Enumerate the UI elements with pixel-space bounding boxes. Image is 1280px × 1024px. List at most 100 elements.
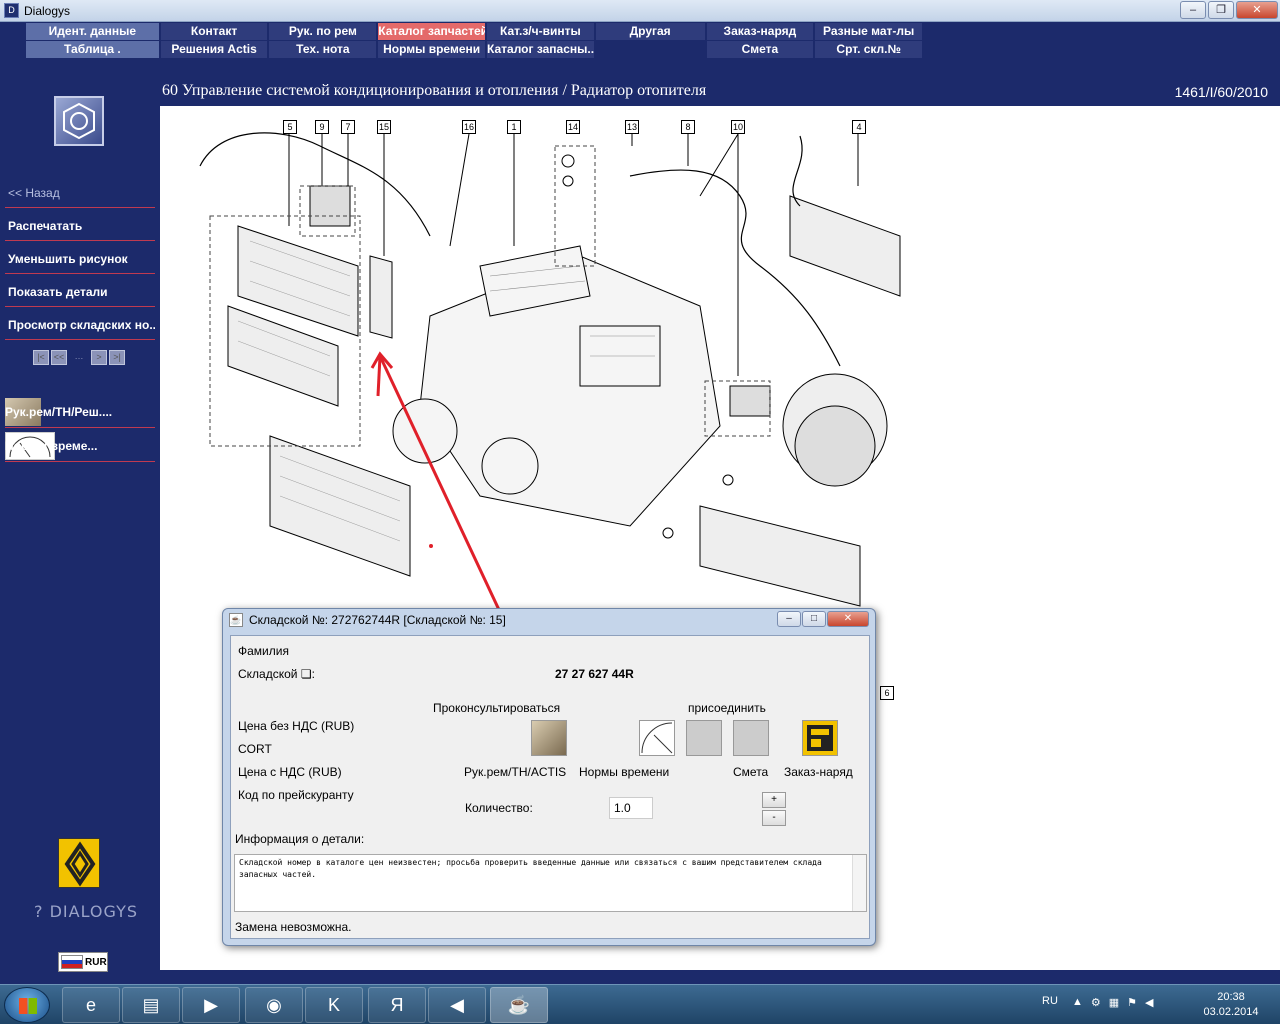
work-order-button[interactable] <box>802 720 838 756</box>
speaker-app-icon[interactable]: ◀ <box>428 987 486 1023</box>
media-player-icon[interactable]: ▶ <box>182 987 240 1023</box>
currency-label: RUR <box>85 956 107 968</box>
callout-8[interactable]: 8 <box>681 120 695 134</box>
callout-5[interactable]: 5 <box>283 120 297 134</box>
currency-selector[interactable]: RUR <box>58 952 108 972</box>
consult-label: Проконсультироваться <box>433 701 561 715</box>
prev-page-icon[interactable]: << <box>51 350 67 365</box>
sidebar: << Назад Распечатать Уменьшить рисунок П… <box>0 60 160 972</box>
callout-9[interactable]: 9 <box>315 120 329 134</box>
java-app-icon[interactable]: ☕ <box>490 987 548 1023</box>
callout-13[interactable]: 13 <box>625 120 639 134</box>
diagram-reference: 1461/I/60/2010 <box>1174 84 1268 100</box>
repair-manual-tool[interactable]: Рук.рем/ТН/Реш.... <box>5 396 155 428</box>
menu-repair-manual[interactable]: Рук. по рем <box>269 23 377 40</box>
time-norms-caption: Нормы времени <box>579 765 670 779</box>
shrink-image-link[interactable]: Уменьшить рисунок <box>5 244 155 274</box>
menu-other[interactable]: Другая <box>595 23 705 40</box>
language-indicator[interactable]: RU <box>1042 995 1058 1007</box>
clock[interactable]: 20:38 03.02.2014 <box>1196 990 1266 1020</box>
menu-stock-number[interactable]: Срт. скл.№ <box>815 41 923 58</box>
top-menu: Идент. данные Контакт Рук. по рем Катало… <box>26 23 924 59</box>
attach-label: присоединить <box>688 701 766 715</box>
ie-icon[interactable]: e <box>62 987 120 1023</box>
time-norms-button[interactable] <box>639 720 675 756</box>
dialog-minimize-button[interactable]: – <box>777 611 801 627</box>
part-number-value: 27 27 627 44R <box>555 667 634 681</box>
show-details-link[interactable]: Показать детали <box>5 277 155 307</box>
menu-screws-catalog[interactable]: Кат.з/ч-винты <box>487 23 594 40</box>
dialog-close-button[interactable]: ✕ <box>827 611 869 627</box>
callout-10[interactable]: 10 <box>731 120 745 134</box>
time-norms-tool-label: Нормы време... <box>5 438 98 453</box>
dialogys-logo: ? DIALOGYS <box>34 902 139 921</box>
restore-button[interactable]: ❐ <box>1208 1 1234 19</box>
page-title: 60 Управление системой кондиционирования… <box>162 82 707 99</box>
callout-15[interactable]: 15 <box>377 120 391 134</box>
tray-icons: ▲ ⚙ ▦ ⚑ ◀ <box>1072 996 1154 1009</box>
start-button[interactable] <box>4 987 50 1023</box>
menu-contact[interactable]: Контакт <box>160 23 268 40</box>
view-stock-numbers-link[interactable]: Просмотр складских но... <box>5 310 155 340</box>
estimate-button[interactable] <box>733 720 769 756</box>
flag-icon[interactable]: ⚑ <box>1127 996 1137 1009</box>
clock-time: 20:38 <box>1217 991 1245 1003</box>
callout-4[interactable]: 4 <box>852 120 866 134</box>
dialog-titlebar: ☕ Складской №: 272762744R [Складской №: … <box>229 613 506 627</box>
next-page-icon[interactable]: > <box>91 350 107 365</box>
repair-manual-tool-label: Рук.рем/ТН/Реш.... <box>5 404 113 419</box>
work-order-caption: Заказ-наряд <box>784 765 853 779</box>
menu-time-norms[interactable]: Нормы времени <box>378 41 485 58</box>
part-info-label: Информация о детали: <box>235 832 365 846</box>
window-title: Dialogys <box>24 4 71 18</box>
part-info-text: Складской номер в каталоге цен неизвесте… <box>239 858 822 879</box>
family-label: Фамилия <box>238 644 289 658</box>
close-button[interactable]: ✕ <box>1236 1 1278 19</box>
clock-date: 03.02.2014 <box>1203 1006 1259 1018</box>
quantity-minus-button[interactable]: - <box>762 810 786 826</box>
repair-manual-button[interactable] <box>531 720 567 756</box>
quantity-plus-button[interactable]: + <box>762 792 786 808</box>
menu-ident[interactable]: Идент. данные <box>26 23 159 40</box>
menu-empty <box>596 41 705 58</box>
back-link[interactable]: << Назад <box>5 178 155 208</box>
yandex-icon[interactable]: Я <box>368 987 426 1023</box>
show-hidden-icon[interactable]: ▲ <box>1072 996 1083 1009</box>
info-scrollbar[interactable] <box>852 855 866 911</box>
time-norms-tool[interactable]: Нормы време... <box>5 430 155 462</box>
first-page-icon[interactable]: |< <box>33 350 49 365</box>
pager: |< << … > >| <box>33 350 127 365</box>
network-icon[interactable]: ▦ <box>1109 996 1119 1009</box>
last-page-icon[interactable]: >| <box>109 350 125 365</box>
menu-work-order[interactable]: Заказ-наряд <box>706 23 814 40</box>
menu-misc-materials[interactable]: Разные мат-лы <box>815 23 923 40</box>
kaspersky-icon[interactable]: K <box>305 987 363 1023</box>
price-no-vat-label: Цена без НДС (RUB) <box>238 719 355 733</box>
callout-6[interactable]: 6 <box>880 686 894 700</box>
steam-icon[interactable]: ⚙ <box>1091 996 1101 1009</box>
part-info-textarea[interactable]: Складской номер в каталоге цен неизвесте… <box>234 854 867 912</box>
menu-spare-catalog[interactable]: Каталог запасны... <box>487 41 594 58</box>
app-icon: D <box>4 3 19 18</box>
chrome-icon[interactable]: ◉ <box>245 987 303 1023</box>
volume-icon[interactable]: ◀ <box>1145 996 1153 1009</box>
print-link[interactable]: Распечатать <box>5 211 155 241</box>
minimize-button[interactable]: – <box>1180 1 1206 19</box>
callout-14[interactable]: 14 <box>566 120 580 134</box>
quantity-label: Количество: <box>465 801 533 815</box>
menu-table[interactable]: Таблица . <box>26 41 159 58</box>
menu-estimate[interactable]: Смета <box>706 41 814 58</box>
dialog-maximize-button[interactable]: □ <box>802 611 826 627</box>
price-vat-label: Цена с НДС (RUB) <box>238 765 342 779</box>
menu-actis[interactable]: Решения Actis <box>160 41 268 58</box>
cort-label: CORT <box>238 742 272 756</box>
part-number-label: Складской ❏: <box>238 667 315 681</box>
quantity-input[interactable]: 1.0 <box>609 797 653 819</box>
callout-16[interactable]: 16 <box>462 120 476 134</box>
dialog-body: Фамилия Складской ❏: 27 27 627 44R Проко… <box>230 635 870 939</box>
menu-tech-note[interactable]: Тех. нота <box>269 41 377 58</box>
callout-1[interactable]: 1 <box>507 120 521 134</box>
explorer-icon[interactable]: ▤ <box>122 987 180 1023</box>
menu-parts-catalog[interactable]: Каталог запчастей <box>378 23 485 40</box>
callout-7[interactable]: 7 <box>341 120 355 134</box>
